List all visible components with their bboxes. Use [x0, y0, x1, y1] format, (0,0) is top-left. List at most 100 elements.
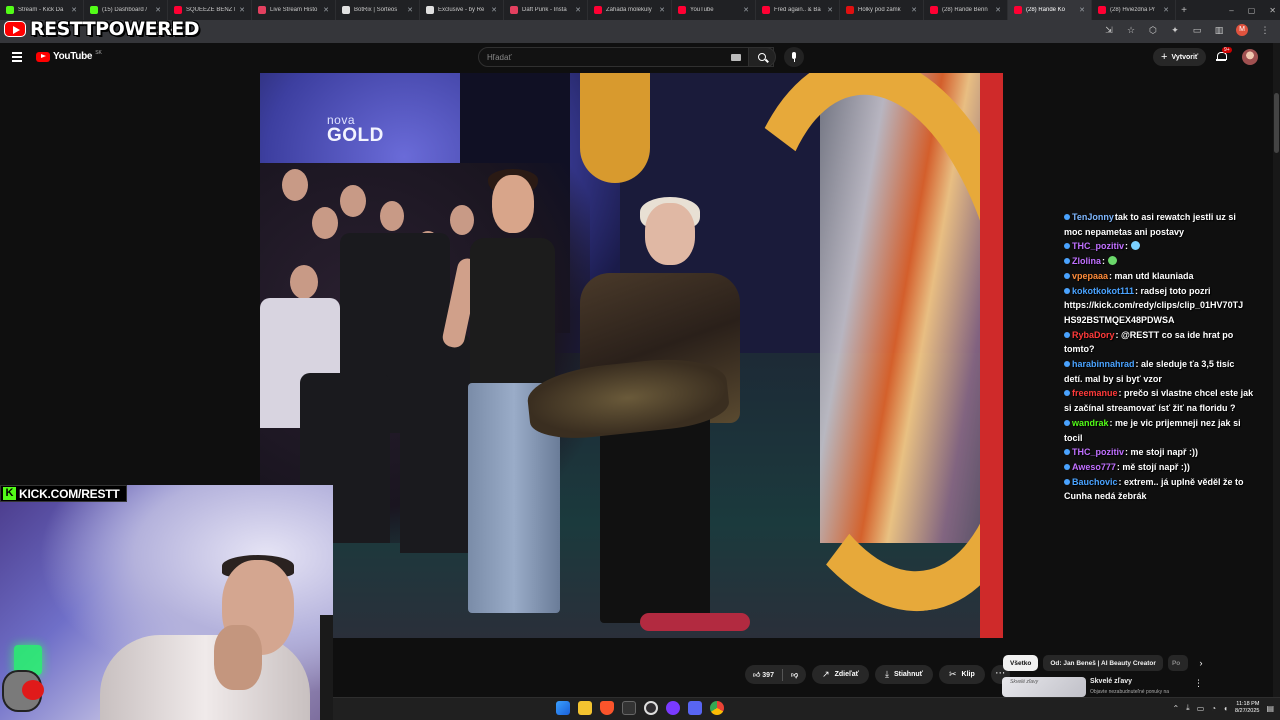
extensions-puzzle-icon[interactable]: ✦: [1170, 25, 1180, 35]
filter-chip[interactable]: Po: [1167, 655, 1188, 671]
video-player[interactable]: nova GOLD: [260, 73, 1003, 638]
tab-close-icon[interactable]: ✕: [659, 6, 665, 14]
filter-chip[interactable]: Všetko: [1003, 655, 1039, 671]
tray-volume-icon[interactable]: ◖: [1223, 704, 1228, 713]
tab-close-icon[interactable]: ✕: [575, 6, 581, 14]
tab-close-icon[interactable]: ✕: [995, 6, 1001, 14]
search-button[interactable]: [748, 47, 776, 67]
windows-start-icon[interactable]: [556, 701, 570, 715]
ad-title[interactable]: Skvelé zľavy: [1090, 678, 1132, 685]
tab-close-icon[interactable]: ✕: [407, 6, 413, 14]
chat-username[interactable]: THC_pozitiv: [1072, 241, 1124, 251]
terminal-icon[interactable]: [622, 701, 636, 715]
app-purple-icon[interactable]: [666, 701, 680, 715]
chat-username[interactable]: wandrak: [1072, 418, 1109, 428]
brave-browser-icon[interactable]: [600, 701, 614, 715]
chat-username[interactable]: THC_pozitiv: [1072, 447, 1124, 457]
chat-text: : extrem.. já uplně věděl že to: [1118, 476, 1244, 487]
download-button[interactable]: ⤓ Stiahnuť: [874, 665, 933, 684]
tab-close-icon[interactable]: ✕: [827, 6, 833, 14]
tab-close-icon[interactable]: ✕: [323, 6, 329, 14]
discord-icon[interactable]: [688, 701, 702, 715]
tab-close-icon[interactable]: ✕: [911, 6, 917, 14]
chat-username[interactable]: Bauchovic: [1072, 477, 1118, 487]
split-view-icon[interactable]: ▭: [1192, 25, 1202, 35]
tray-network-icon[interactable]: ▭: [1197, 704, 1205, 713]
dislike-button[interactable]: 👎︎: [791, 670, 798, 679]
chips-next-arrow-icon[interactable]: ›: [1193, 655, 1209, 671]
browser-tab[interactable]: Exclusive - by Re ✕: [420, 0, 504, 20]
chrome-icon[interactable]: [710, 701, 724, 715]
ad-menu-icon[interactable]: ⋮: [1194, 678, 1203, 689]
browser-tab[interactable]: Záhada molekuly ✕: [588, 0, 672, 20]
tab-title: BotRix | Sorteos: [354, 7, 398, 13]
extension-icon[interactable]: ⬡: [1148, 25, 1158, 35]
browser-tab[interactable]: YouTube ✕: [672, 0, 756, 20]
chat-text: : mě stojí např :)): [1116, 461, 1190, 472]
like-button[interactable]: 👍︎ 397: [753, 670, 774, 679]
filter-chip[interactable]: Od: Jan Beneš | AI Beauty Creator: [1043, 655, 1163, 671]
chat-message: THC_pozitiv: me stoji např :)): [1064, 445, 1278, 460]
tray-wifi-icon[interactable]: ◔: [1211, 704, 1216, 713]
obs-icon[interactable]: [644, 701, 658, 715]
tab-close-icon[interactable]: ✕: [743, 6, 749, 14]
account-avatar[interactable]: [1242, 49, 1258, 65]
chat-username[interactable]: vpepaaa: [1072, 271, 1108, 281]
tab-close-icon[interactable]: ✕: [239, 6, 245, 14]
file-explorer-icon[interactable]: [578, 701, 592, 715]
browser-tab[interactable]: BotRix | Sorteos ✕: [336, 0, 420, 20]
browser-tab[interactable]: (28) Hviezdna Pr ✕: [1092, 0, 1176, 20]
tab-close-icon[interactable]: ✕: [1079, 6, 1085, 14]
browser-menu-icon[interactable]: ⋮: [1260, 25, 1270, 35]
tab-favicon-icon: [6, 6, 14, 14]
close-window-button[interactable]: ✕: [1269, 6, 1276, 15]
sidebar-icon[interactable]: ▥: [1214, 25, 1224, 35]
create-button[interactable]: + Vytvoriť: [1153, 48, 1207, 66]
tab-close-icon[interactable]: ✕: [155, 6, 161, 14]
browser-tab[interactable]: (28) Rande Ko ✕: [1008, 0, 1092, 20]
tab-close-icon[interactable]: ✕: [71, 6, 77, 14]
tab-favicon-icon: [510, 6, 518, 14]
notifications-icon[interactable]: ▤: [1266, 704, 1274, 713]
maximize-button[interactable]: ▢: [1248, 6, 1256, 15]
new-tab-button[interactable]: +: [1176, 5, 1192, 16]
browser-tab[interactable]: (28) Rande Benn ✕: [924, 0, 1008, 20]
clip-button[interactable]: ✂ Klip: [938, 665, 985, 684]
voice-search-mic-icon[interactable]: [784, 47, 804, 67]
chat-username[interactable]: freemanue: [1072, 388, 1118, 398]
chat-username[interactable]: harabinnahrad: [1072, 359, 1135, 369]
tab-close-icon[interactable]: ✕: [1163, 6, 1169, 14]
bookmark-star-icon[interactable]: ☆: [1126, 25, 1136, 35]
browser-tab[interactable]: Fred again.. & Ba ✕: [756, 0, 840, 20]
search-placeholder: Hľadať: [487, 53, 512, 62]
youtube-logo[interactable]: YouTube SK: [36, 50, 102, 62]
chat-username[interactable]: TenJonny: [1072, 212, 1114, 222]
kick-logo-icon: K: [3, 487, 16, 500]
tray-download-icon[interactable]: ⤓: [1186, 703, 1190, 713]
scrollbar-thumb[interactable]: [1274, 93, 1279, 153]
browser-tab[interactable]: Holky pod zámk ✕: [840, 0, 924, 20]
tab-close-icon[interactable]: ✕: [491, 6, 497, 14]
minimize-button[interactable]: –: [1229, 6, 1233, 15]
chat-badge-icon: [1064, 243, 1070, 250]
chat-text: moc nepametas ani postavy: [1064, 226, 1185, 237]
keyboard-icon[interactable]: [731, 54, 741, 61]
tab-title: YouTube: [690, 7, 714, 13]
browser-tab[interactable]: Daft Punk - Insta ✕: [504, 0, 588, 20]
share-button[interactable]: ↗ Zdieľať: [812, 665, 869, 684]
recommended-ad[interactable]: Skvelé zľavy Skvelé zľavy Objavte nezabu…: [1002, 677, 1272, 697]
tray-overflow-icon[interactable]: ⌃: [1172, 704, 1179, 713]
taskbar-clock[interactable]: 11:18 PM 8/27/2025: [1235, 701, 1259, 715]
notifications-badge: 9+: [1222, 47, 1232, 53]
browser-profile-avatar[interactable]: M: [1236, 24, 1248, 36]
chat-username[interactable]: Aweso777: [1072, 462, 1116, 472]
menu-hamburger-icon[interactable]: [12, 52, 22, 62]
browser-tab[interactable]: Live Stream Histo ✕: [252, 0, 336, 20]
chat-username[interactable]: Zlolina: [1072, 256, 1101, 266]
chat-username[interactable]: RybaDory: [1072, 330, 1115, 340]
ad-thumbnail[interactable]: Skvelé zľavy: [1002, 677, 1086, 697]
search-input[interactable]: Hľadať: [478, 47, 774, 67]
install-icon[interactable]: ⇲: [1104, 25, 1114, 35]
tab-title: (15) Dashboard /: [102, 7, 148, 13]
chat-username[interactable]: kokotkokot111: [1072, 286, 1134, 296]
